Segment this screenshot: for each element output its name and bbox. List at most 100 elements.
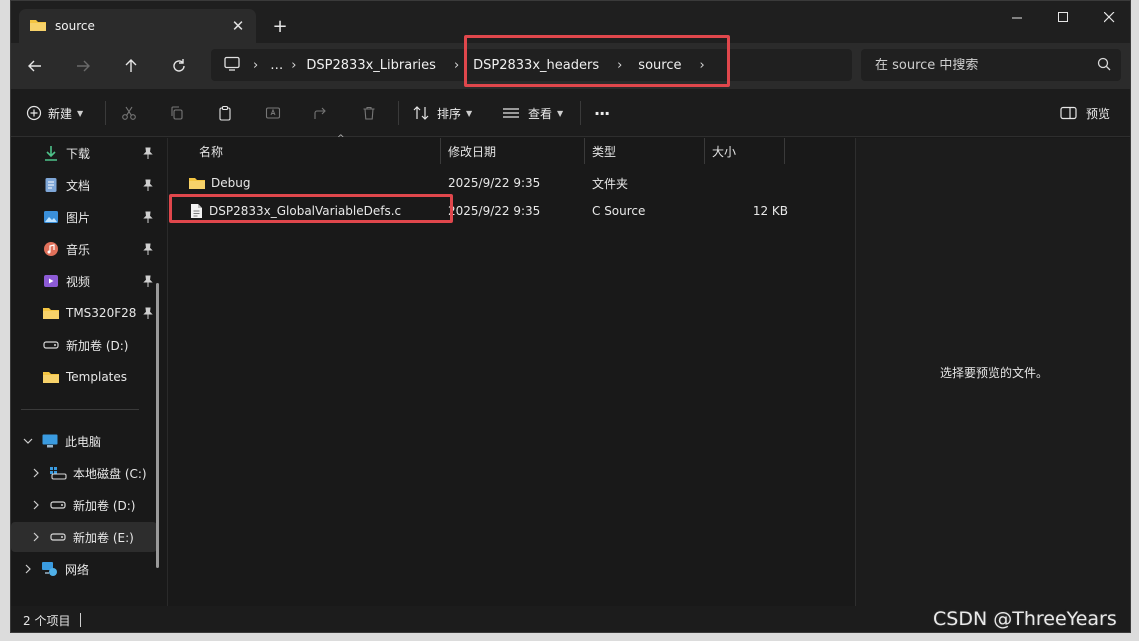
- pin-icon[interactable]: [143, 179, 153, 194]
- sidebar-item-documents[interactable]: 文档: [11, 170, 157, 200]
- sort-button[interactable]: 排序 ▼: [413, 99, 472, 127]
- folder-icon: [42, 368, 60, 386]
- arrow-up-icon: [125, 59, 137, 72]
- view-button[interactable]: 查看 ▼: [502, 99, 563, 127]
- chevron-right-icon[interactable]: ›: [291, 58, 296, 73]
- video-icon: [42, 272, 60, 290]
- pin-icon[interactable]: [143, 211, 153, 226]
- search-input[interactable]: [875, 57, 1085, 73]
- c-source-file-icon: [190, 203, 203, 219]
- column-header-size[interactable]: 大小: [705, 138, 785, 164]
- table-row[interactable]: Debug 2025/9/22 9:35 文件夹: [176, 169, 852, 197]
- sidebar-item-pictures[interactable]: 图片: [11, 202, 157, 232]
- sidebar-item-tms320f28[interactable]: TMS320F28: [11, 298, 157, 328]
- breadcrumb-dsp2833x-libraries[interactable]: DSP2833x_Libraries: [306, 58, 436, 73]
- sidebar-item-label: Templates: [66, 370, 128, 384]
- sidebar-item-label: TMS320F28: [66, 306, 137, 320]
- sidebar-item-label: 音乐: [66, 242, 91, 257]
- pin-icon[interactable]: [143, 307, 153, 322]
- pin-icon[interactable]: [143, 275, 153, 290]
- up-button[interactable]: [116, 52, 146, 80]
- address-bar[interactable]: › … › DSP2833x_Libraries › DSP2833x_head…: [211, 49, 852, 81]
- sidebar-divider: [21, 409, 139, 410]
- sidebar-item-videos[interactable]: 视频: [11, 266, 157, 296]
- cut-button[interactable]: [121, 99, 137, 127]
- new-button[interactable]: 新建 ▼: [26, 99, 83, 127]
- sidebar-item-network[interactable]: 网络: [11, 554, 157, 584]
- breadcrumb-dsp2833x-headers[interactable]: DSP2833x_headers: [473, 58, 599, 73]
- chevron-right-icon[interactable]: ›: [617, 58, 622, 73]
- sidebar-scrollbar[interactable]: [156, 283, 159, 568]
- file-name: Debug: [211, 176, 251, 190]
- maximize-button[interactable]: [1040, 1, 1086, 33]
- more-options-button[interactable]: ···: [594, 99, 610, 127]
- column-header-date[interactable]: 修改日期: [441, 138, 585, 164]
- column-header-type[interactable]: 类型: [585, 138, 705, 164]
- chevron-right-icon[interactable]: [29, 500, 43, 510]
- preview-pane-icon: [1060, 106, 1077, 120]
- sidebar-item-drive-e[interactable]: 新加卷 (E:): [11, 522, 157, 552]
- chevron-right-icon[interactable]: [29, 468, 43, 478]
- chevron-right-icon[interactable]: [21, 564, 35, 574]
- folder-icon: [29, 18, 47, 35]
- chevron-right-icon[interactable]: [29, 532, 43, 542]
- table-row[interactable]: DSP2833x_GlobalVariableDefs.c 2025/9/22 …: [176, 197, 852, 225]
- forward-button[interactable]: [68, 52, 98, 80]
- file-explorer-window: source ✕ + › … › DSP2833x_Libraries › DS…: [10, 0, 1131, 633]
- maximize-icon: [1057, 11, 1068, 22]
- arrow-right-icon: [77, 60, 90, 72]
- sidebar-item-drive-d-quick[interactable]: 新加卷 (D:): [11, 330, 157, 360]
- toolbar-divider: [105, 101, 106, 125]
- column-label: 修改日期: [448, 144, 497, 159]
- breadcrumb-source[interactable]: source: [638, 58, 681, 73]
- chevron-right-icon[interactable]: ›: [699, 58, 704, 73]
- pin-icon[interactable]: [143, 243, 153, 258]
- file-date: 2025/9/22 9:35: [448, 176, 541, 190]
- sidebar-item-music[interactable]: 音乐: [11, 234, 157, 264]
- breadcrumb-overflow[interactable]: …: [270, 58, 283, 73]
- preview-pane: 选择要预览的文件。: [855, 138, 1130, 606]
- copy-button[interactable]: [169, 99, 185, 127]
- arrow-left-icon: [28, 60, 41, 72]
- sidebar-item-downloads[interactable]: 下载: [11, 138, 157, 168]
- file-list: 名称 ^ 修改日期 类型 大小 Debug 2025/9/22 9:35 文件夹: [167, 134, 855, 606]
- preview-pane-button[interactable]: 预览: [1060, 99, 1110, 127]
- share-button[interactable]: [313, 99, 329, 127]
- sidebar-item-templates[interactable]: Templates: [11, 362, 157, 392]
- watermark: CSDN @ThreeYears: [933, 608, 1117, 630]
- document-icon: [42, 176, 60, 194]
- close-window-button[interactable]: [1086, 1, 1130, 33]
- new-tab-button[interactable]: +: [267, 13, 293, 39]
- delete-button[interactable]: [361, 99, 377, 127]
- chevron-down-icon: ▼: [557, 108, 564, 118]
- sidebar-item-label: 此电脑: [65, 434, 102, 449]
- computer-icon: [41, 432, 59, 450]
- new-label: 新建: [48, 106, 73, 121]
- refresh-button[interactable]: [164, 52, 194, 80]
- back-button[interactable]: [20, 52, 50, 80]
- file-name: DSP2833x_GlobalVariableDefs.c: [209, 204, 402, 218]
- search-icon[interactable]: [1097, 57, 1111, 74]
- sidebar-item-drive-c[interactable]: 本地磁盘 (C:): [11, 458, 157, 488]
- paste-button[interactable]: [217, 99, 233, 127]
- rename-icon: [265, 107, 281, 119]
- sidebar-item-label: 新加卷 (E:): [73, 530, 134, 545]
- chevron-right-icon[interactable]: ›: [253, 58, 258, 73]
- file-size: 12 KB: [752, 204, 788, 218]
- column-header-name[interactable]: 名称 ^: [192, 134, 441, 164]
- sidebar-item-label: 下载: [66, 146, 91, 161]
- chevron-down-icon[interactable]: [21, 437, 35, 445]
- chevron-right-icon[interactable]: ›: [454, 58, 459, 73]
- computer-icon[interactable]: [223, 56, 241, 75]
- preview-message: 选择要预览的文件。: [939, 365, 1048, 380]
- pin-icon[interactable]: [143, 147, 153, 162]
- minimize-button[interactable]: [994, 1, 1040, 33]
- preview-label: 预览: [1086, 106, 1111, 121]
- tab-source[interactable]: source ✕: [19, 9, 256, 43]
- tab-title: source: [55, 19, 95, 33]
- search-box[interactable]: [861, 49, 1121, 81]
- close-tab-icon[interactable]: ✕: [224, 12, 252, 40]
- sidebar-item-drive-d[interactable]: 新加卷 (D:): [11, 490, 157, 520]
- sidebar-item-this-pc[interactable]: 此电脑: [11, 426, 157, 456]
- rename-button[interactable]: [265, 99, 281, 127]
